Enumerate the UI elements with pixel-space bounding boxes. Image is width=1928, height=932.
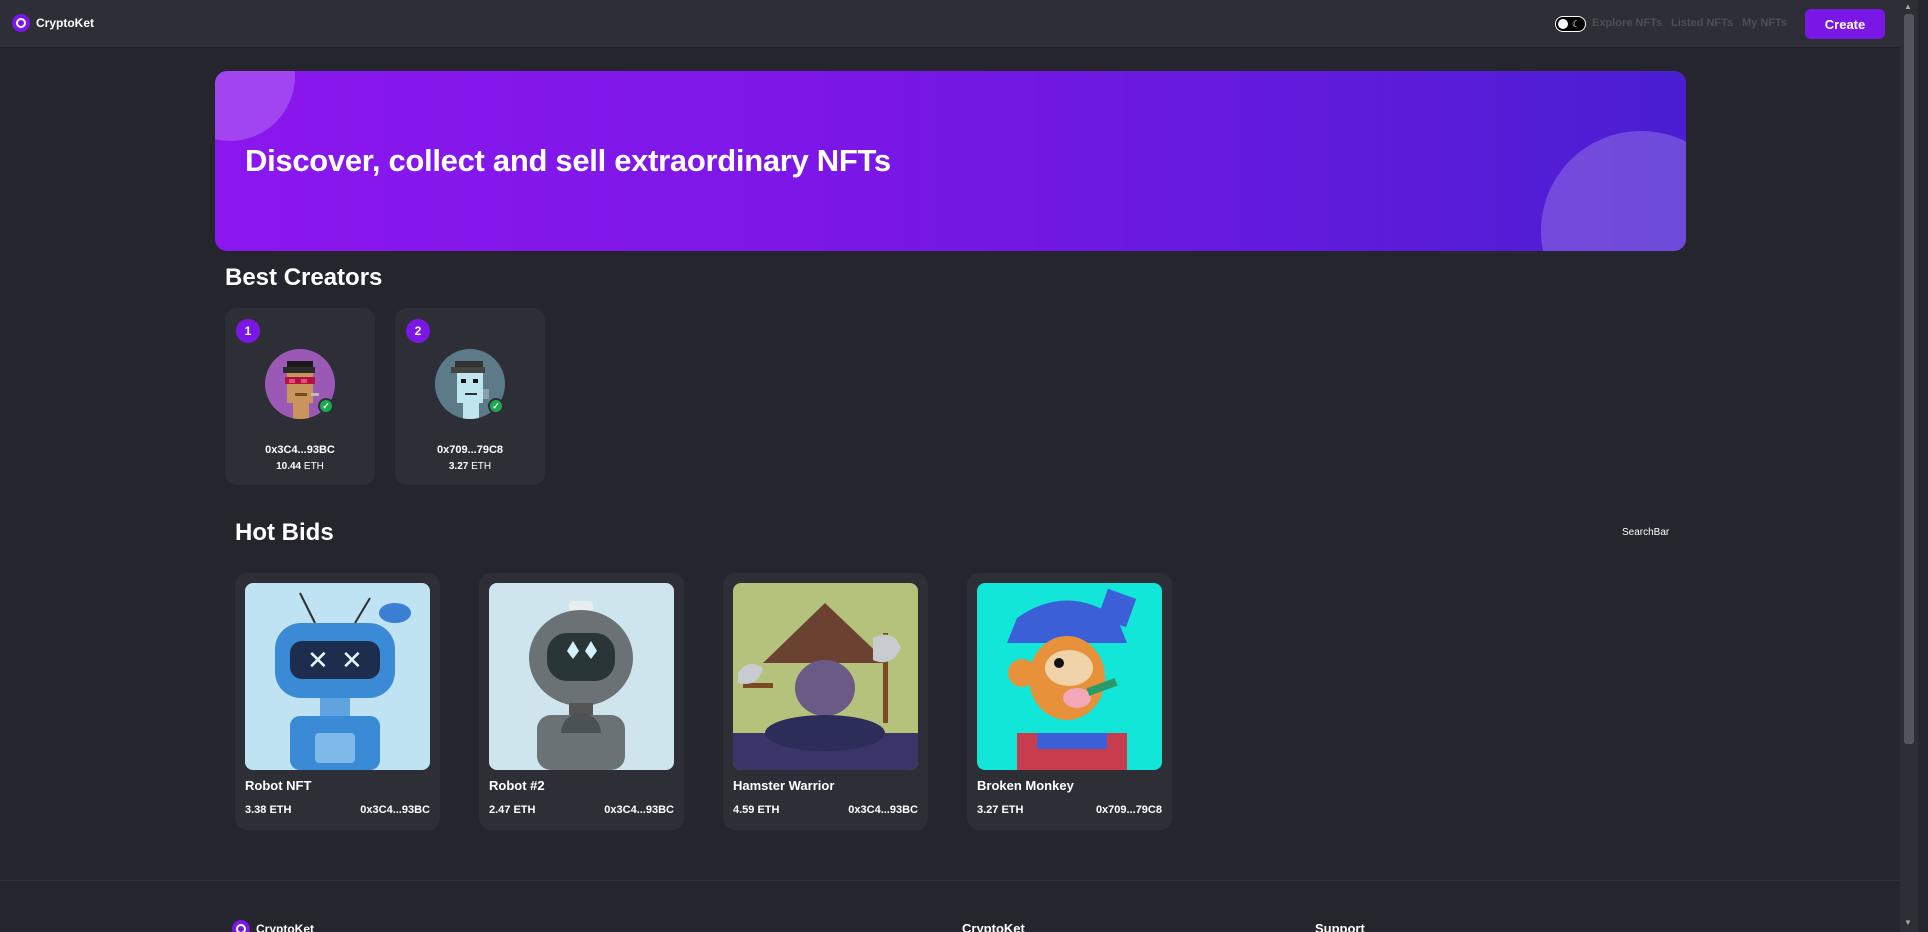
moon-icon: ☾ — [1572, 19, 1581, 29]
verified-check-icon: ✓ — [488, 398, 504, 414]
nft-price: 4.59 ETH — [733, 804, 780, 816]
nft-name: Robot NFT — [245, 778, 312, 793]
scroll-down-arrow-icon[interactable]: ▼ — [1904, 918, 1912, 927]
creator-balance: 10.44 ETH — [225, 461, 375, 472]
nft-card[interactable]: Hamster Warrior 4.59 ETH 0x3C4...93BC — [723, 573, 928, 830]
creator-card[interactable]: 1 ✓ 0x3C4...93BC 10.44 ETH — [225, 308, 375, 485]
create-button[interactable]: Create — [1805, 9, 1885, 39]
nft-image — [733, 583, 918, 770]
theme-toggle[interactable]: ☾ — [1555, 16, 1586, 32]
nft-owner: 0x3C4...93BC — [604, 804, 674, 816]
nft-name: Hamster Warrior — [733, 778, 835, 793]
footer-brand[interactable]: CryptoKet — [232, 920, 314, 932]
nav-link-listed-nfts[interactable]: Listed NFTs — [1671, 17, 1733, 29]
nft-owner: 0x3C4...93BC — [360, 804, 430, 816]
scroll-up-arrow-icon[interactable]: ▲ — [1904, 2, 1912, 11]
nft-image — [489, 583, 674, 770]
footer-divider — [0, 880, 1900, 881]
banner-decor-circle — [215, 71, 295, 141]
search-bar[interactable]: SearchBar — [1622, 527, 1669, 538]
creator-unit: ETH — [471, 461, 492, 472]
nft-price: 3.27 ETH — [977, 804, 1024, 816]
nft-name: Broken Monkey — [977, 778, 1074, 793]
nft-image — [977, 583, 1162, 770]
rank-badge: 2 — [406, 319, 430, 343]
creator-address: 0x709...79C8 — [436, 444, 504, 456]
rank-badge: 1 — [236, 319, 260, 343]
nft-card[interactable]: Broken Monkey 3.27 ETH 0x709...79C8 — [967, 573, 1172, 830]
banner-title: Discover, collect and sell extraordinary… — [245, 143, 891, 178]
nft-name: Robot #2 — [489, 778, 545, 793]
nft-card[interactable]: Robot #2 2.47 ETH 0x3C4...93BC — [479, 573, 684, 830]
nft-card[interactable]: ✕ ✕ Robot NFT 3.38 ETH 0x3C4...93BC — [235, 573, 440, 830]
brand[interactable]: CryptoKet — [12, 14, 94, 32]
verified-check-icon: ✓ — [318, 398, 334, 414]
logo-icon — [232, 920, 250, 932]
nav-link-my-nfts[interactable]: My NFTs — [1742, 17, 1787, 29]
creator-amount: 10.44 — [276, 461, 302, 472]
footer-column-title: CryptoKet — [962, 921, 1025, 932]
nft-price: 2.47 ETH — [489, 804, 536, 816]
creator-unit: ETH — [303, 461, 324, 472]
hot-bids-title: Hot Bids — [235, 519, 334, 546]
banner-decor-circle — [1541, 131, 1686, 251]
svg-text:✕: ✕ — [307, 646, 329, 676]
brand-name: CryptoKet — [36, 16, 95, 30]
nft-owner: 0x709...79C8 — [1095, 804, 1162, 816]
hero-banner: Discover, collect and sell extraordinary… — [215, 71, 1686, 251]
best-creators-title: Best Creators — [225, 264, 383, 291]
svg-text:✕: ✕ — [341, 646, 363, 676]
creator-amount: 3.27 — [448, 461, 469, 472]
toggle-knob — [1558, 19, 1568, 29]
footer-brand-name: CryptoKet — [256, 922, 315, 932]
nft-owner: 0x3C4...93BC — [848, 804, 918, 816]
nft-image: ✕ ✕ — [245, 583, 430, 770]
logo-icon — [12, 14, 30, 32]
footer-column-title: Support — [1315, 921, 1365, 932]
nft-price: 3.38 ETH — [245, 804, 292, 816]
scroll-thumb[interactable] — [1904, 14, 1914, 744]
nav-link-explore-nfts[interactable]: Explore NFTs — [1592, 17, 1662, 29]
navbar: CryptoKet ☾ Explore NFTs Listed NFTs My … — [0, 0, 1900, 48]
page-scrollbar[interactable]: ▲ ▼ — [1900, 0, 1918, 932]
creator-address: 0x3C4...93BC — [265, 444, 335, 456]
creator-balance: 3.27 ETH — [395, 461, 545, 472]
creator-card[interactable]: 2 ✓ 0x709...79C8 3.27 ETH — [395, 308, 545, 485]
